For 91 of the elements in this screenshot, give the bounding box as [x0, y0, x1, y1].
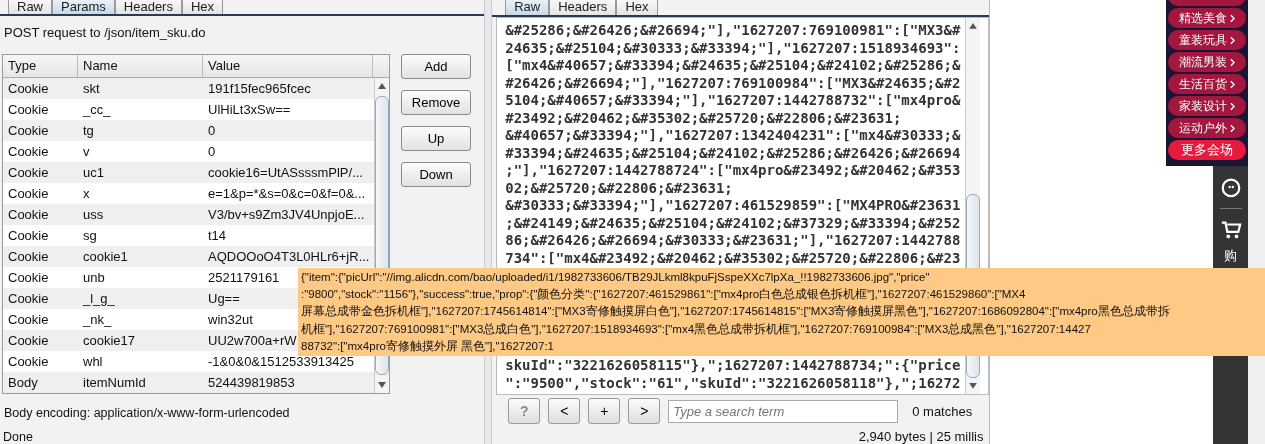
chevron-icon	[1230, 35, 1236, 45]
cart-icon[interactable]	[1219, 219, 1242, 241]
table-cell-text: unb	[82, 269, 106, 287]
table-cell-text: Cookie	[7, 164, 50, 182]
raw-response-text: skuId":"3221626058115"},";1627207:1442788734;":{"price ":"9500","stock":"61","skuId":"3221626058118"},";16272	[505, 357, 962, 392]
body-encoding-label: Body encoding: application/x-www-form-urlencoded	[3, 405, 291, 420]
column-header[interactable]: Name	[78, 55, 203, 77]
table-cell-text: Cookie	[7, 353, 50, 371]
table-cell-text: whl	[82, 353, 104, 371]
tab[interactable]: Raw	[8, 0, 52, 14]
table-cell-text: UlHiLt3xSw==	[207, 101, 291, 119]
search-nav-button[interactable]: +	[588, 398, 621, 424]
table-cell-text: cookie17	[82, 332, 137, 350]
table-cell-text: cookie1	[82, 248, 129, 266]
chevron-icon	[1230, 57, 1236, 67]
category-link[interactable]: 家装设计	[1168, 96, 1247, 116]
chevron-icon	[1230, 79, 1236, 89]
action-button[interactable]: Remove	[401, 90, 471, 115]
table-cell-text: _l_g_	[81, 290, 116, 308]
table-cell-text: Cookie	[7, 290, 50, 308]
chat-face-icon[interactable]	[1219, 176, 1242, 198]
table-cell-text: 2521179161	[207, 269, 280, 287]
scroll-down-icon[interactable]	[969, 383, 978, 389]
table-cell-text: Ug==	[207, 290, 240, 308]
table-cell-text: t14	[207, 227, 227, 245]
search-field[interactable]: Type a search term	[668, 399, 899, 423]
table-cell-text: cookie16=UtASsssmPlP/...	[207, 164, 363, 182]
category-link[interactable]: 潮流男装	[1168, 52, 1247, 72]
tab[interactable]: Raw	[505, 0, 550, 15]
category-link[interactable]: 生活百货	[1168, 74, 1247, 94]
table-cell-text: _nk_	[81, 311, 113, 329]
category-link[interactable]: 精选美食	[1168, 8, 1247, 28]
table-cell-text: 0	[207, 143, 216, 161]
tab[interactable]: Hex	[181, 0, 224, 14]
table-cell-text: v	[82, 143, 91, 161]
table-cell-text: Body	[7, 374, 39, 392]
scroll-up-icon[interactable]	[969, 23, 978, 29]
table-cell-text: Cookie	[7, 101, 50, 119]
raw-response-text: &#25286;&#26426;&#26694;"],"1627207:769100981":["MX3&# 24635;&#25104;&#30333;&#33394;"],"1627207:1518934693": ["mx4&#40657;&#33394;&#24635;&#25104;&#24102;&#25286;& #26426;&#26694;"],"1627207:769100984":["MX3&#24635;&#2 5104;&#40657;&#33394;"],"1627207:1442788732":["mx4pro& #23492;&#20462;&#35302;&#25720;&#22806;&#23631; &#40657;&#33394;"],"1627207:1342404231":["mx4&#30333;& #33394;&#24635;&#25104;&#24102;&#25286;&#26426;&#26694 ;"],"1627207:1442788724":["mx4pro&#23492;&#20462;&#353 02;&#25720;&#22806;&#23631; &#30333;&#33394;"],"1627207:461529859":["MX4PRO&#23631 ;&#24149;&#24635;&#25104;&#24102;&#37329;&#33394;&#252 86;&#26426;&#26694;&#30333;&#23631;"],"1627207:1442788 734":["mx4&#23492;&#20462;&#35302;&#25720;&#22806;&#23	[505, 22, 962, 267]
table-cell-text: 0	[207, 122, 216, 140]
table-cell-text: Cookie	[7, 206, 50, 224]
tooltip: {"item":{"picUrl":"//img.alicdn.com/bao/uploaded/i1/1982733606/TB29JLkml8kpuFjSspeXXc7lpXa_!!1982733606.jpg","price" :"9800","stock":"1156"},"success":true,"prop":{"颜色分类":{"1627207:461529861":["mx4pro白色总成银色拆机框"],"1627207:461529860":["MX4 屏幕总成带金色拆机框"],"1627207:1745614814":["MX3寄修触摸屏白色"],"1627207:1745614815":["MX3寄修触摸屏黑色"],"1627207:1686092804":["mx4pro黑色总成带拆 机框"],"1627207:769100981":["MX3总成白色"],"1627207:1518934693":["mx4黑色总成带拆机框"],"1627207:769100984":["MX3总成黑色"],"1627207:14427 88732":["mx4pro寄修触摸外屏 黑色"],"1627207:1	[298, 268, 1265, 356]
table-cell-text: uc1	[82, 164, 105, 182]
tab[interactable]: Hex	[616, 0, 658, 15]
search-nav-button[interactable]: <	[548, 398, 581, 424]
table-cell-text: V3/bv+s9Zm3JV4UnpjoE...	[207, 206, 365, 224]
match-count: 0 matches	[912, 403, 973, 419]
search-nav-button[interactable]: >	[628, 398, 661, 424]
category-link[interactable]: 童装玩具	[1168, 30, 1247, 50]
tab[interactable]: Params	[52, 0, 115, 14]
scroll-down-icon[interactable]	[378, 382, 386, 388]
table-cell-text: itemNumId	[82, 374, 147, 392]
column-header[interactable]: Type	[3, 55, 78, 77]
status-text: Done	[2, 430, 34, 444]
action-button[interactable]: Add	[401, 54, 471, 79]
table-cell-text: sg	[82, 227, 98, 245]
chevron-icon	[1230, 13, 1236, 23]
table-cell-text: tg	[82, 122, 95, 140]
table-cell-text: win32ut	[207, 311, 253, 329]
table-cell-text: 524439819853	[207, 374, 295, 392]
table-cell-text: Cookie	[7, 80, 50, 98]
scroll-up-icon[interactable]	[378, 83, 386, 89]
tab[interactable]: Headers	[549, 0, 617, 15]
category-link[interactable]: 运动户外	[1168, 118, 1247, 138]
table-cell-text: Cookie	[7, 248, 50, 266]
table-cell-text: Cookie	[7, 122, 50, 140]
action-button[interactable]: Up	[401, 126, 471, 151]
table-cell-text: Cookie	[7, 332, 50, 350]
table-cell-text: Cookie	[7, 227, 50, 245]
table-cell-text: UU2w700a+rW	[207, 332, 297, 350]
table-cell-text: -1&0&0&1512533913425	[207, 353, 355, 371]
cart-label[interactable]: 购	[1224, 247, 1238, 265]
table-cell-text: _cc_	[81, 101, 112, 119]
chevron-icon	[1230, 101, 1236, 111]
table-cell-text: 191f15fec965fcec	[207, 80, 311, 98]
table-cell-text: skt	[82, 80, 101, 98]
response-stats: 2,940 bytes | 25 millis	[857, 428, 985, 444]
category-link[interactable]: 更多会场	[1168, 140, 1247, 160]
column-header[interactable]: Value	[203, 55, 373, 77]
action-button[interactable]: Down	[401, 162, 471, 187]
table-cell-text: e=1&p=*&s=0&c=0&f=0&...	[207, 185, 366, 203]
table-cell-text: uss	[82, 206, 105, 224]
table-cell-text: Cookie	[7, 143, 50, 161]
table-cell-text: AQDOOoO4T3L0HLr6+jR...	[207, 248, 370, 266]
table-cell-text: Cookie	[7, 185, 50, 203]
chevron-icon	[1230, 123, 1236, 133]
request-heading: POST request to /json/item_sku.do	[3, 24, 207, 42]
tab[interactable]: Headers	[114, 0, 182, 14]
table-cell-text: x	[82, 185, 91, 203]
table-cell-text: Cookie	[7, 311, 50, 329]
table-cell-text: Cookie	[7, 269, 50, 287]
